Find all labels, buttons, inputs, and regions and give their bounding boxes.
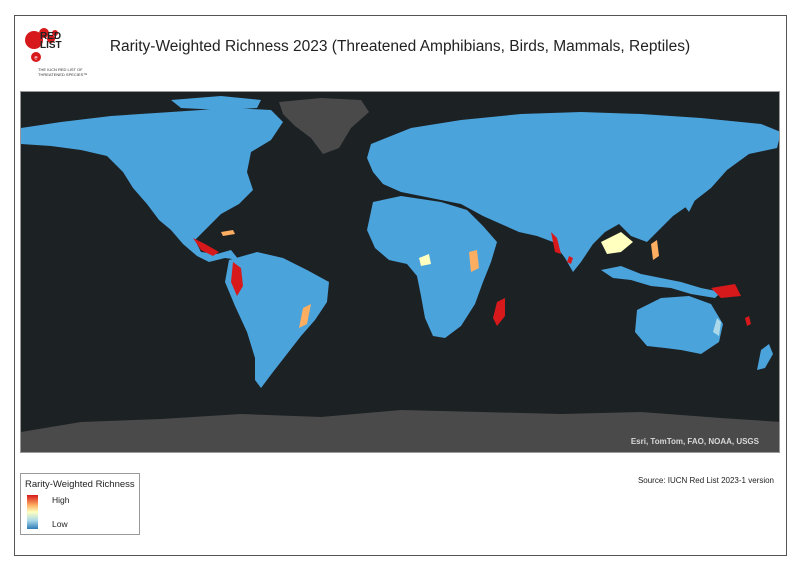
map-legend: Rarity-Weighted Richness High Low xyxy=(20,473,140,535)
hotspot-southeast-asia xyxy=(601,232,633,254)
logo-text: RED LIST xyxy=(40,31,62,51)
legend-low-label: Low xyxy=(52,519,68,529)
world-map-canvas xyxy=(21,96,779,452)
greenland-landmass xyxy=(279,98,369,154)
new-zealand-landmass xyxy=(757,344,773,370)
world-map[interactable]: Esri, TomTom, FAO, NOAA, USGS xyxy=(20,91,780,453)
page-title: Rarity-Weighted Richness 2023 (Threatene… xyxy=(109,38,691,55)
legend-title: Rarity-Weighted Richness xyxy=(25,479,135,490)
hotspot-new-caledonia xyxy=(745,316,751,326)
source-note: Source: IUCN Red List 2023-1 version xyxy=(637,476,774,485)
legend-high-label: High xyxy=(52,495,70,505)
map-attribution: Esri, TomTom, FAO, NOAA, USGS xyxy=(630,437,759,446)
madagascar-landmass xyxy=(493,298,505,326)
australia-landmass xyxy=(635,296,723,354)
hotspot-philippines xyxy=(651,240,659,260)
north-america-landmass xyxy=(21,108,283,262)
arctic-islands xyxy=(171,96,261,110)
legend-color-ramp xyxy=(27,495,38,529)
hotspot-caribbean xyxy=(221,230,235,236)
logo-subtext: THE IUCN RED LIST OF THREATENED SPECIES™ xyxy=(38,67,88,77)
antarctica-landmass xyxy=(21,410,779,452)
southeast-asia-islands xyxy=(601,266,721,298)
